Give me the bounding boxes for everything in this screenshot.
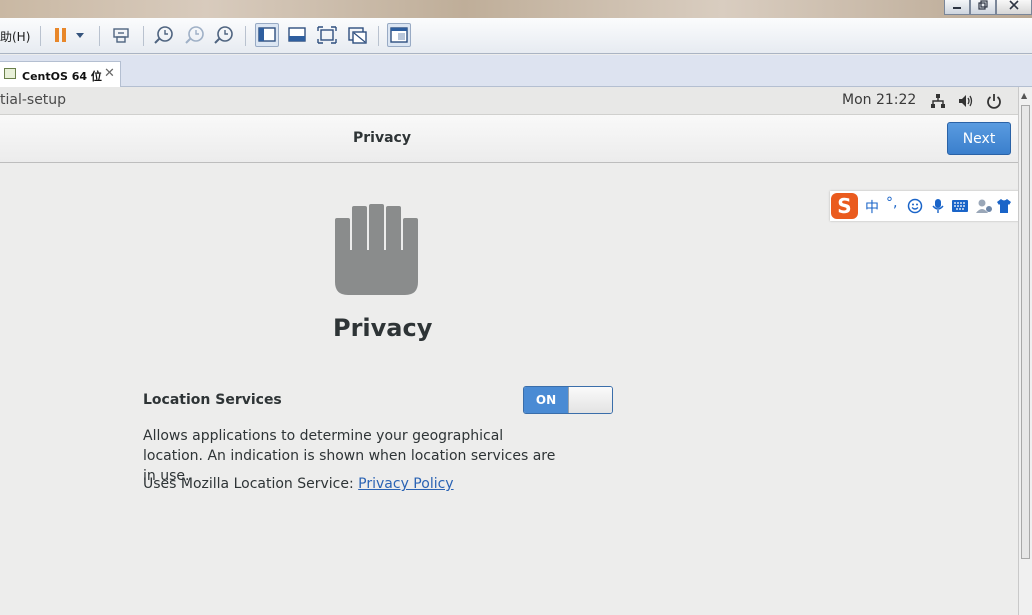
unity-button[interactable] — [345, 23, 369, 47]
skin-shirt-icon[interactable] — [996, 198, 1012, 218]
send-ctrl-alt-del-button[interactable] — [109, 23, 133, 47]
vm-tab-label: CentOS 64 位 — [22, 70, 102, 83]
toolbar-separator — [143, 26, 144, 46]
policy-line: Uses Mozilla Location Service: Privacy P… — [143, 476, 454, 492]
punctuation-button[interactable]: °, — [886, 195, 897, 211]
scroll-up-icon[interactable]: ▲ — [1021, 91, 1027, 100]
tab-centos-vm[interactable]: CentOS 64 位 ✕ — [0, 61, 121, 87]
close-window-button[interactable] — [996, 0, 1032, 15]
volume-icon[interactable] — [958, 93, 974, 109]
window-controls — [944, 0, 1032, 16]
microphone-icon[interactable] — [931, 198, 945, 218]
sogou-logo-icon[interactable]: S — [831, 193, 858, 219]
pause-icon — [55, 28, 66, 42]
main-content: Privacy Location Services ON Allows appl… — [0, 163, 1018, 615]
fullscreen-icon — [317, 26, 337, 44]
toolbar-separator — [245, 26, 246, 46]
keyboard-icon[interactable] — [951, 199, 969, 217]
clock[interactable]: Mon 21:22 — [842, 92, 916, 108]
close-icon — [1009, 0, 1019, 10]
toolbar-separator — [40, 26, 41, 46]
header-bar: Privacy Next — [0, 115, 1018, 163]
snapshot-revert-button[interactable] — [183, 23, 207, 47]
vm-tab-strip: CentOS 64 位 ✕ — [0, 55, 1032, 87]
chevron-down-icon — [76, 33, 84, 38]
network-icon[interactable] — [930, 93, 946, 109]
location-services-switch[interactable]: ON — [523, 386, 613, 414]
header-title: Privacy — [353, 130, 411, 146]
switch-knob[interactable] — [568, 387, 612, 413]
location-services-label: Location Services — [143, 392, 282, 408]
close-tab-icon[interactable]: ✕ — [104, 66, 115, 81]
pause-button[interactable] — [49, 23, 73, 47]
fullscreen-button[interactable] — [315, 23, 339, 47]
keyboard-send-icon — [113, 28, 129, 43]
vm-toolbar: 助(H) — [0, 18, 1032, 54]
app-menu[interactable]: tial-setup — [0, 92, 66, 108]
switch-on-label: ON — [524, 387, 568, 413]
minimize-icon — [953, 7, 961, 9]
clock-snapshot-icon — [154, 26, 173, 44]
policy-prefix: Uses Mozilla Location Service: — [143, 476, 359, 492]
privacy-policy-link[interactable]: Privacy Policy — [358, 476, 453, 492]
emoji-icon[interactable] — [907, 198, 923, 218]
ime-toolbar: S 中 °, — [830, 191, 1032, 221]
help-menu[interactable]: 助(H) — [0, 28, 30, 45]
host-desktop-background — [0, 0, 1032, 18]
toolbar-separator — [378, 26, 379, 46]
minimize-button[interactable] — [944, 0, 970, 15]
user-settings-icon[interactable] — [975, 198, 993, 218]
toolbar-separator — [99, 26, 100, 46]
snapshot-manager-button[interactable] — [212, 23, 236, 47]
power-dropdown-button[interactable] — [71, 23, 89, 47]
power-icon[interactable] — [986, 93, 1002, 109]
snapshot-take-button[interactable] — [152, 23, 176, 47]
chinese-mode-button[interactable]: 中 — [865, 197, 879, 217]
sidebar-layout-icon — [258, 27, 276, 42]
scrollbar-thumb[interactable] — [1021, 105, 1030, 559]
unity-icon — [348, 27, 367, 44]
quick-switch-button[interactable] — [285, 23, 309, 47]
restore-button[interactable] — [970, 0, 996, 15]
library-panel-icon — [390, 27, 408, 43]
restore-icon — [978, 0, 988, 10]
next-button[interactable]: Next — [947, 122, 1011, 155]
hand-stop-icon — [335, 204, 418, 295]
clock-manager-icon — [214, 26, 233, 44]
gnome-top-bar: tial-setup Mon 21:22 — [0, 87, 1018, 115]
page-heading: Privacy — [333, 314, 433, 342]
library-button[interactable] — [387, 23, 411, 47]
console-view-button[interactable] — [255, 23, 279, 47]
vm-icon — [4, 68, 16, 79]
vertical-scrollbar[interactable]: ▲ — [1018, 87, 1032, 615]
clock-revert-icon — [185, 26, 204, 44]
bottom-panel-icon — [288, 27, 306, 42]
